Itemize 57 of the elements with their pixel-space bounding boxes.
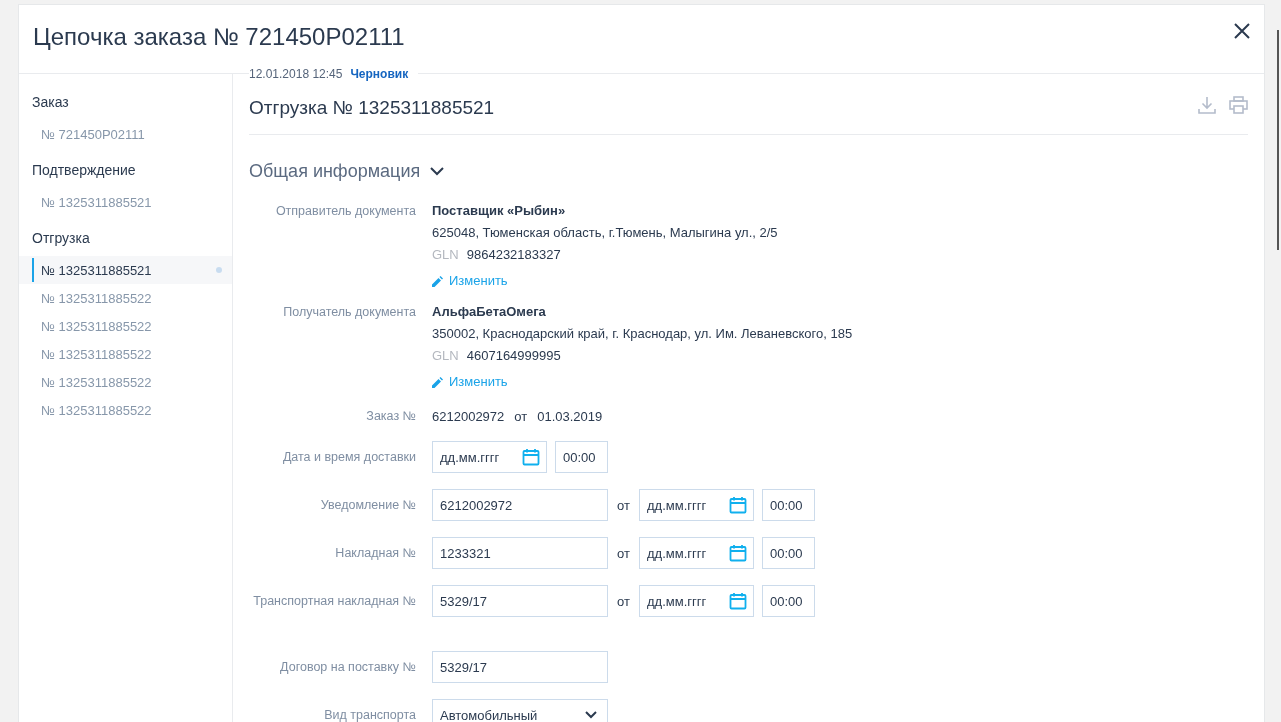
window-title: Цепочка заказа № 721450P02111 (33, 22, 405, 51)
order-number: 6212002972 (432, 408, 505, 424)
download-icon[interactable] (1198, 96, 1216, 114)
gln-value: 9864232183327 (466, 246, 561, 264)
calendar-icon[interactable] (522, 448, 540, 466)
section-toggle[interactable]: Общая информация (249, 159, 445, 183)
select-field[interactable]: Автомобильный (432, 699, 608, 722)
field-label: Транспортная накладная № (252, 594, 417, 608)
order-date: 01.03.2019 (537, 408, 603, 424)
pencil-icon[interactable] (432, 275, 443, 287)
print-icon[interactable] (1229, 96, 1248, 114)
number-field[interactable]: 1233321 (432, 537, 608, 569)
date-field[interactable]: дд.мм.гггг (639, 489, 754, 521)
number-field[interactable]: 6212002972 (432, 489, 608, 521)
chevron-down-icon[interactable] (585, 711, 597, 719)
time-field[interactable]: 00:00 (762, 489, 815, 521)
calendar-icon[interactable] (729, 544, 747, 562)
text-field[interactable]: 5329/17 (432, 651, 608, 683)
time-field[interactable]: 00:00 (762, 537, 815, 569)
gln-label: GLN (432, 347, 459, 365)
date-field[interactable]: дд.мм.гггг (639, 537, 754, 569)
field-label: Вид транспорта (323, 708, 417, 722)
pencil-icon[interactable] (432, 376, 443, 388)
gln-value: 4607164999995 (466, 347, 561, 365)
sidebar-item[interactable]: № 1325311885521 (19, 256, 232, 284)
field-label: Дата и время доставки (281, 450, 417, 464)
from-label: от (514, 408, 528, 424)
calendar-icon[interactable] (729, 496, 747, 514)
date-field[interactable]: дд.мм.гггг (432, 441, 547, 473)
field-label: Накладная № (334, 546, 417, 560)
field-label: Заказ № (365, 409, 417, 423)
gln-label: GLN (432, 246, 459, 264)
time-field[interactable]: 00:00 (555, 441, 608, 473)
sidebar-group-title: Заказ (31, 93, 70, 112)
field-label: Уведомление № (319, 498, 417, 512)
scrollbar[interactable] (1277, 30, 1279, 250)
field-label: Отправитель документа (274, 203, 417, 220)
from-label: от (616, 593, 631, 609)
from-label: от (616, 545, 631, 561)
date-field[interactable]: дд.мм.гггг (639, 585, 754, 617)
document-title: Отгрузка № 1325311885521 (249, 97, 495, 119)
timestamp: 12.01.2018 12:45 (249, 67, 343, 81)
calendar-icon[interactable] (729, 592, 747, 610)
party-address: 625048, Тюменская область, г.Тюмень, Малыгина ул., 2/5 (432, 224, 778, 242)
time-field[interactable]: 00:00 (762, 585, 815, 617)
chevron-down-icon[interactable] (430, 166, 445, 176)
number-field[interactable]: 5329/17 (432, 585, 608, 617)
from-label: от (616, 497, 631, 513)
field-label: Получатель документа (282, 304, 417, 321)
sidebar-group-title: Отгрузка (31, 229, 91, 248)
party-name: Поставщик «Рыбин» (432, 203, 567, 219)
party-address: 350002, Краснодарский край, г. Краснодар, ул. Им. Леваневского, 185 (432, 325, 853, 343)
field-label: Договор на поставку № (279, 660, 417, 674)
party-name: АльфаБетаОмега (432, 304, 547, 320)
status-label: Черновик (350, 67, 409, 81)
sidebar-group-title: Подтверждение (31, 161, 137, 180)
close-icon[interactable] (1234, 23, 1250, 39)
